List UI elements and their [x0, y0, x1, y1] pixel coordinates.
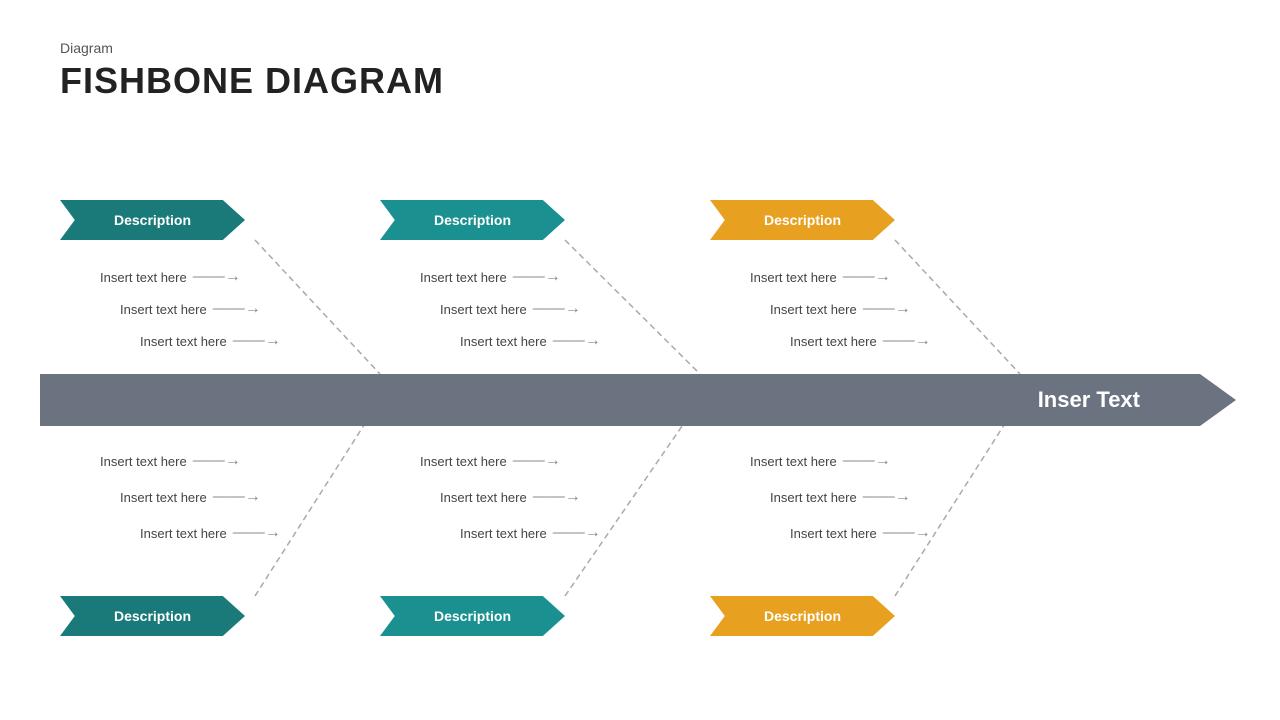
- top-col1-item3: Insert text here ——→: [140, 332, 281, 350]
- desc-top-3: Description: [710, 200, 895, 240]
- top-col3-item2: Insert text here ——→: [770, 300, 911, 318]
- top-col1-item2: Insert text here ——→: [120, 300, 261, 318]
- bot-col3-item3: Insert text here ——→: [790, 524, 931, 542]
- top-col1-item1: Insert text here ——→: [100, 268, 241, 286]
- bot-col2-item3: Insert text here ——→: [460, 524, 601, 542]
- arrow-icon: ——→: [533, 488, 581, 506]
- arrow-icon: ——→: [193, 268, 241, 286]
- arrow-icon: ——→: [863, 488, 911, 506]
- bot-col1-item3: Insert text here ——→: [140, 524, 281, 542]
- header-title: FISHBONE DIAGRAM: [60, 60, 444, 102]
- arrow-icon: ——→: [863, 300, 911, 318]
- arrow-icon: ——→: [553, 524, 601, 542]
- arrow-icon: ——→: [233, 524, 281, 542]
- header: Diagram FISHBONE DIAGRAM: [60, 40, 444, 102]
- arrow-icon: ——→: [843, 452, 891, 470]
- arrow-icon: ——→: [553, 332, 601, 350]
- desc-bot-3: Description: [710, 596, 895, 636]
- arrow-icon: ——→: [843, 268, 891, 286]
- arrow-icon: ——→: [883, 332, 931, 350]
- top-col2-item3: Insert text here ——→: [460, 332, 601, 350]
- bot-col1-item2: Insert text here ——→: [120, 488, 261, 506]
- header-subtitle: Diagram: [60, 40, 444, 56]
- arrow-icon: ——→: [513, 268, 561, 286]
- arrow-icon: ——→: [233, 332, 281, 350]
- top-col2-item1: Insert text here ——→: [420, 268, 561, 286]
- arrow-icon: ——→: [883, 524, 931, 542]
- arrow-icon: ——→: [213, 488, 261, 506]
- spine: Inser Text: [40, 374, 1200, 426]
- bot-col2-item1: Insert text here ——→: [420, 452, 561, 470]
- desc-top-1: Description: [60, 200, 245, 240]
- arrow-icon: ——→: [213, 300, 261, 318]
- desc-top-2: Description: [380, 200, 565, 240]
- top-col3-item3: Insert text here ——→: [790, 332, 931, 350]
- desc-bot-1: Description: [60, 596, 245, 636]
- bot-col3-item2: Insert text here ——→: [770, 488, 911, 506]
- bot-col1-item1: Insert text here ——→: [100, 452, 241, 470]
- arrow-icon: ——→: [193, 452, 241, 470]
- bot-col3-item1: Insert text here ——→: [750, 452, 891, 470]
- desc-bot-2: Description: [380, 596, 565, 636]
- spine-label: Inser Text: [1038, 387, 1200, 413]
- arrow-icon: ——→: [533, 300, 581, 318]
- arrow-icon: ——→: [513, 452, 561, 470]
- top-col3-item1: Insert text here ——→: [750, 268, 891, 286]
- bot-col2-item2: Insert text here ——→: [440, 488, 581, 506]
- top-col2-item2: Insert text here ——→: [440, 300, 581, 318]
